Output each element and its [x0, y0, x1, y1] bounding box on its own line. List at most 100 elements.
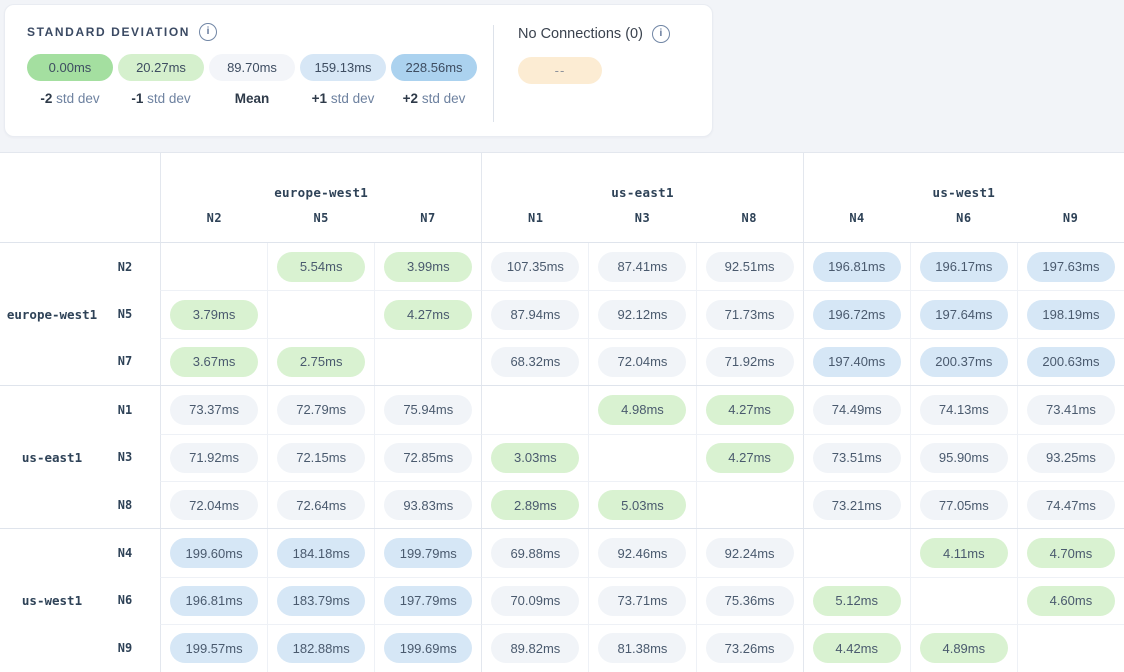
latency-pill[interactable]: 71.92ms	[170, 443, 258, 473]
std-dev-badge: 0.00ms	[27, 54, 113, 81]
latency-pill[interactable]: 3.67ms	[170, 347, 258, 377]
latency-pill[interactable]: 184.18ms	[277, 538, 365, 568]
latency-pill[interactable]: 4.60ms	[1027, 586, 1115, 616]
latency-pill[interactable]: 196.72ms	[813, 300, 901, 330]
latency-pill[interactable]: 89.82ms	[491, 633, 579, 663]
latency-pill[interactable]: 72.15ms	[277, 443, 365, 473]
latency-pill[interactable]: 5.54ms	[277, 252, 365, 282]
latency-pill[interactable]: 4.89ms	[920, 633, 1008, 663]
std-dev-title-row: STANDARD DEVIATION i	[27, 23, 479, 41]
latency-pill[interactable]: 73.51ms	[813, 443, 901, 473]
latency-pill[interactable]: 3.79ms	[170, 300, 258, 330]
latency-pill[interactable]: 69.88ms	[491, 538, 579, 568]
latency-pill[interactable]: 3.03ms	[491, 443, 579, 473]
latency-pill[interactable]: 93.25ms	[1027, 443, 1115, 473]
latency-pill[interactable]: 199.57ms	[170, 633, 258, 663]
col-node-labels: N2N5N7	[161, 209, 481, 242]
col-node-label: N2	[161, 209, 268, 242]
latency-cell: 196.72ms	[803, 290, 910, 337]
latency-pill[interactable]: 73.41ms	[1027, 395, 1115, 425]
latency-pill[interactable]: 196.81ms	[170, 586, 258, 616]
latency-pill[interactable]: 72.04ms	[598, 347, 686, 377]
latency-pill[interactable]: 74.49ms	[813, 395, 901, 425]
row-region-label: us-east1	[0, 450, 100, 465]
latency-pill[interactable]: 72.85ms	[384, 443, 472, 473]
latency-pill[interactable]: 68.32ms	[491, 347, 579, 377]
latency-cell: 73.26ms	[696, 624, 803, 671]
latency-pill[interactable]: 73.26ms	[706, 633, 794, 663]
latency-cell: 107.35ms	[481, 243, 588, 290]
latency-pill[interactable]: 199.60ms	[170, 538, 258, 568]
self-cell	[267, 290, 374, 337]
latency-pill[interactable]: 197.64ms	[920, 300, 1008, 330]
latency-pill[interactable]: 73.71ms	[598, 586, 686, 616]
latency-pill[interactable]: 4.27ms	[706, 395, 794, 425]
latency-cell: 69.88ms	[481, 529, 588, 576]
std-dev-label: +1 std dev	[300, 91, 386, 106]
latency-cell: 92.51ms	[696, 243, 803, 290]
latency-pill[interactable]: 72.04ms	[170, 490, 258, 520]
info-icon[interactable]: i	[199, 23, 217, 41]
self-cell	[803, 529, 910, 576]
latency-pill[interactable]: 4.27ms	[384, 300, 472, 330]
row-label-cell: N8	[0, 481, 160, 528]
latency-pill[interactable]: 4.27ms	[706, 443, 794, 473]
latency-pill[interactable]: 72.79ms	[277, 395, 365, 425]
latency-pill[interactable]: 72.64ms	[277, 490, 365, 520]
latency-pill[interactable]: 95.90ms	[920, 443, 1008, 473]
latency-pill[interactable]: 198.19ms	[1027, 300, 1115, 330]
latency-cell: 81.38ms	[588, 624, 695, 671]
latency-pill[interactable]: 71.92ms	[706, 347, 794, 377]
latency-pill[interactable]: 197.40ms	[813, 347, 901, 377]
latency-pill[interactable]: 92.12ms	[598, 300, 686, 330]
latency-pill[interactable]: 200.63ms	[1027, 347, 1115, 377]
latency-pill[interactable]: 5.12ms	[813, 586, 901, 616]
latency-cell: 74.49ms	[803, 386, 910, 433]
latency-pill[interactable]: 4.42ms	[813, 633, 901, 663]
std-dev-title: STANDARD DEVIATION	[27, 25, 190, 39]
latency-pill[interactable]: 199.79ms	[384, 538, 472, 568]
col-region-label: us-east1	[482, 153, 802, 209]
latency-pill[interactable]: 199.69ms	[384, 633, 472, 663]
latency-pill[interactable]: 71.73ms	[706, 300, 794, 330]
latency-cell: 72.04ms	[160, 481, 267, 528]
latency-pill[interactable]: 74.13ms	[920, 395, 1008, 425]
latency-pill[interactable]: 4.98ms	[598, 395, 686, 425]
latency-pill[interactable]: 81.38ms	[598, 633, 686, 663]
latency-pill[interactable]: 92.24ms	[706, 538, 794, 568]
latency-pill[interactable]: 73.21ms	[813, 490, 901, 520]
latency-pill[interactable]: 92.46ms	[598, 538, 686, 568]
latency-pill[interactable]: 5.03ms	[598, 490, 686, 520]
latency-pill[interactable]: 2.89ms	[491, 490, 579, 520]
latency-cell: 73.71ms	[588, 577, 695, 624]
row-node-label: N6	[100, 593, 150, 607]
latency-pill[interactable]: 4.11ms	[920, 538, 1008, 568]
latency-pill[interactable]: 93.83ms	[384, 490, 472, 520]
latency-pill[interactable]: 107.35ms	[491, 252, 579, 282]
latency-pill[interactable]: 70.09ms	[491, 586, 579, 616]
info-icon[interactable]: i	[652, 25, 670, 43]
latency-cell: 3.67ms	[160, 338, 267, 385]
latency-pill[interactable]: 77.05ms	[920, 490, 1008, 520]
row-node-label: N3	[100, 450, 150, 464]
latency-pill[interactable]: 197.79ms	[384, 586, 472, 616]
latency-cell: 199.60ms	[160, 529, 267, 576]
latency-pill[interactable]: 196.17ms	[920, 252, 1008, 282]
latency-pill[interactable]: 183.79ms	[277, 586, 365, 616]
latency-cell: 95.90ms	[910, 434, 1017, 481]
latency-pill[interactable]: 182.88ms	[277, 633, 365, 663]
latency-pill[interactable]: 87.41ms	[598, 252, 686, 282]
latency-pill[interactable]: 75.94ms	[384, 395, 472, 425]
latency-pill[interactable]: 2.75ms	[277, 347, 365, 377]
latency-pill[interactable]: 4.70ms	[1027, 538, 1115, 568]
latency-pill[interactable]: 74.47ms	[1027, 490, 1115, 520]
self-cell	[1017, 624, 1124, 671]
latency-pill[interactable]: 87.94ms	[491, 300, 579, 330]
latency-pill[interactable]: 92.51ms	[706, 252, 794, 282]
latency-pill[interactable]: 197.63ms	[1027, 252, 1115, 282]
latency-pill[interactable]: 200.37ms	[920, 347, 1008, 377]
latency-pill[interactable]: 3.99ms	[384, 252, 472, 282]
latency-pill[interactable]: 196.81ms	[813, 252, 901, 282]
latency-pill[interactable]: 75.36ms	[706, 586, 794, 616]
latency-pill[interactable]: 73.37ms	[170, 395, 258, 425]
